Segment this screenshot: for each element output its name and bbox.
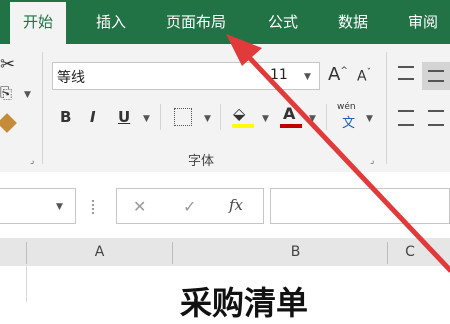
arrow-head [226,34,262,66]
arrow-shaft [241,49,450,273]
annotation-arrow [226,34,450,273]
